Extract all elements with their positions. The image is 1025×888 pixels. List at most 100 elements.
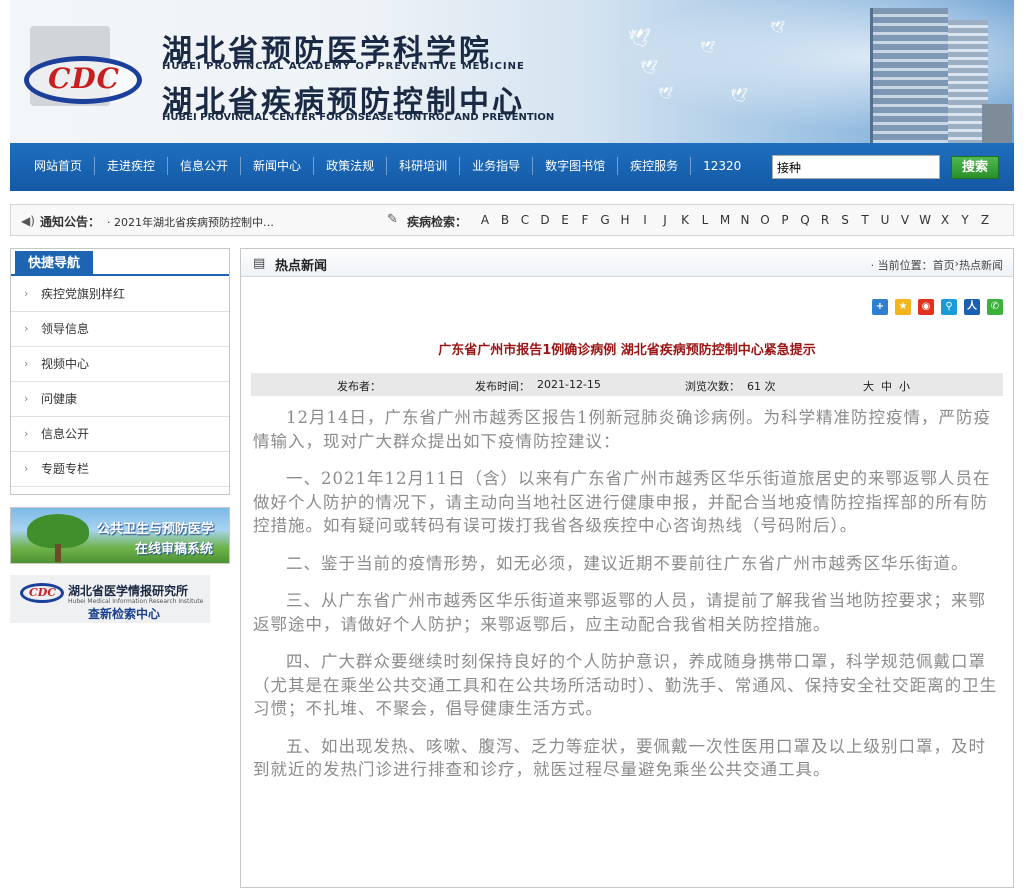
disease-letter-link[interactable]: N [735,213,755,227]
breadcrumb-prefix: · 当前位置： [870,259,933,272]
disease-letter-link[interactable]: Q [795,213,815,227]
disease-letter-link[interactable]: B [495,213,515,227]
quick-nav-item[interactable]: › 视频中心 [11,347,229,382]
org-name-en-1: HUBEI PROVINCIAL ACADEMY OF PREVENTIVE M… [162,61,525,72]
dove-icon: 🕊 [628,28,651,49]
institute-name: 湖北省医学情报研究所 [68,584,189,598]
publish-date: 2021-12-15 [537,378,601,391]
article-title: 广东省广州市报告1例确诊病例 湖北省疾病预防控制中心紧急提示 [438,343,816,358]
wechat-icon[interactable]: ✆ [987,299,1003,315]
notice-label: 通知公告： [40,215,101,229]
font-size-small[interactable]: 小 [899,378,910,394]
disease-letter-link[interactable]: W [915,213,935,227]
org-name-en-2: HUBEI PROVINCIAL CENTER FOR DISEASE CONT… [162,112,555,123]
chevron-right-icon: › [24,322,29,335]
quick-nav-item[interactable]: › 专题专栏 [11,452,229,487]
cdc-logo[interactable]: CDC [24,26,144,110]
chevron-right-icon: › [24,392,29,405]
quick-nav-label: 疾控党旗别样红 [41,287,126,301]
disease-letter-link[interactable]: R [815,213,835,227]
views-label: 浏览次数： [685,380,740,393]
disease-letter-link[interactable]: U [875,213,895,227]
site-banner: CDC 湖北省预防医学科学院 HUBEI PROVINCIAL ACADEMY … [10,0,1014,143]
article-paragraph: 12月14日，广东省广州市越秀区报告1例新冠肺炎确诊病例。为科学精准防控疫情，严… [253,408,991,451]
disease-letter-link[interactable]: C [515,213,535,227]
nav-item[interactable]: 新闻中心 [240,157,313,175]
article-paragraph: 五、如出现发热、咳嗽、腹泻、乏力等症状，要佩戴一次性医用口罩及以上级别口罩，及时… [253,736,986,780]
quick-nav-panel: 快捷导航 › 疾控党旗别样红 › 领导信息 › 视频中心 › 问健康 › 信息公开 › 专题专栏 [10,248,230,495]
article-paragraph: 四、广大群众要继续时刻保持良好的个人防护意识，养成随身携带口罩，科学规范佩戴口罩… [253,652,998,718]
institute-sub: 查新检索中心 [88,607,161,621]
article-paragraph: 三、从广东省广州市越秀区华乐街道来鄂返鄂的人员，请提前了解我省当地防控要求；来鄂… [253,591,986,634]
chevron-right-icon: › [24,427,29,440]
disease-letter-link[interactable]: F [575,213,595,227]
qzone-icon[interactable]: ★ [895,299,911,315]
quick-nav-label: 视频中心 [41,357,90,371]
nav-item[interactable]: 科研培训 [386,157,459,175]
disease-letter-link[interactable]: K [675,213,695,227]
quick-nav-label: 专题专栏 [41,462,90,476]
disease-letter-link[interactable]: V [895,213,915,227]
tree-trunk-graphic [55,544,61,562]
share-plus-icon[interactable]: + [872,299,888,315]
building-graphic [870,8,948,143]
search-button[interactable]: 搜索 [951,156,999,179]
nav-item[interactable]: 业务指导 [459,157,532,175]
disease-letter-link[interactable]: X [935,213,955,227]
notice-bar: ◀) 通知公告： · 2021年湖北省疾病预防控制中… ✎ 疾病检索： ABCD… [10,204,1014,236]
dove-icon: 🕊 [640,60,658,76]
disease-letter-link[interactable]: G [595,213,615,227]
font-size-medium[interactable]: 中 [881,378,892,394]
disease-letter-link[interactable]: D [535,213,555,227]
nav-item[interactable]: 12320 [690,157,753,175]
qq-weibo-icon[interactable]: ⚲ [941,299,957,315]
ad-line-1: 公共卫生与预防医学 [97,522,215,537]
disease-letter-link[interactable]: M [715,213,735,227]
nav-item[interactable]: 网站首页 [24,157,94,175]
disease-letter-link[interactable]: Y [955,213,975,227]
disease-letter-link[interactable]: Z [975,213,995,227]
document-icon: ▤ [253,256,266,271]
nav-item[interactable]: 走进疾控 [94,157,167,175]
notice-link[interactable]: · 2021年湖北省疾病预防控制中… [107,214,274,230]
nav-item[interactable]: 信息公开 [167,157,240,175]
quick-nav-item[interactable]: › 领导信息 [11,312,229,347]
views-count: 61 次 [747,380,776,393]
share-bar: + ★ ◉ ⚲ 人 ✆ [865,299,1003,315]
disease-letter-link[interactable]: P [775,213,795,227]
search-input[interactable] [772,155,940,179]
mini-cdc-logo: CDC [20,583,64,603]
nav-item[interactable]: 疾控服务 [617,157,690,175]
quick-nav-item[interactable]: › 问健康 [11,382,229,417]
main-panel: ▤ 热点新闻 · 当前位置： 首页 › 热点新闻 + ★ ◉ ⚲ 人 ✆ 广东省… [240,248,1014,888]
disease-letter-link[interactable]: O [755,213,775,227]
disease-letter-link[interactable]: S [835,213,855,227]
article-body: 12月14日，广东省广州市越秀区报告1例新冠肺炎确诊病例。为科学精准防控疫情，严… [253,406,1003,796]
section-title: 热点新闻 [275,259,328,274]
disease-letter-link[interactable]: I [635,213,655,227]
dove-icon: 🕊 [700,40,716,54]
weibo-icon[interactable]: ◉ [918,299,934,315]
breadcrumb: · 当前位置： 首页 › 热点新闻 [871,257,1003,273]
quick-nav-header: 快捷导航 [11,249,229,276]
disease-letter-link[interactable]: J [655,213,675,227]
breadcrumb-home[interactable]: 首页 [933,257,955,273]
review-system-banner[interactable]: 公共卫生与预防医学 在线审稿系统 [10,507,230,564]
disease-letter-link[interactable]: A [475,213,495,227]
medical-info-banner[interactable]: CDC 湖北省医学情报研究所 Hubei Medical Information… [10,575,210,623]
disease-letter-link[interactable]: T [855,213,875,227]
disease-letter-link[interactable]: E [555,213,575,227]
disease-letter-link[interactable]: L [695,213,715,227]
font-size-large[interactable]: 大 [863,378,874,394]
quick-nav-item[interactable]: › 疾控党旗别样红 [11,277,229,312]
breadcrumb-current[interactable]: 热点新闻 [959,257,1003,273]
article-paragraph: 二、鉴于当前的疫情形势，如无必须，建议近期不要前往广东省广州市越秀区华乐街道。 [286,553,969,573]
quick-nav-item[interactable]: › 信息公开 [11,417,229,452]
dove-icon: 🕊 [658,86,674,100]
renren-icon[interactable]: 人 [964,299,980,315]
publisher-label: 发布者： [337,380,381,393]
nav-item[interactable]: 政策法规 [313,157,386,175]
disease-letter-link[interactable]: H [615,213,635,227]
nav-item[interactable]: 数字图书馆 [532,157,617,175]
section-header: ▤ 热点新闻 · 当前位置： 首页 › 热点新闻 [241,249,1013,277]
